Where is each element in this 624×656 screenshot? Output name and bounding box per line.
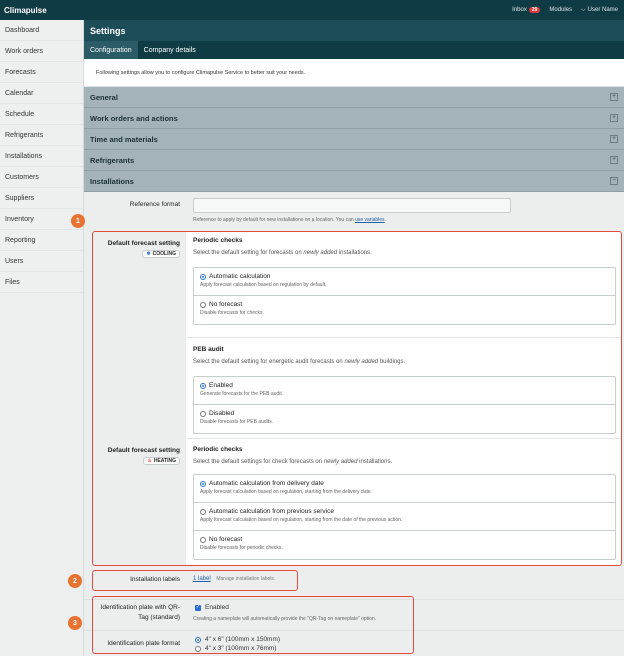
tab-bar: Configuration Company details — [84, 41, 624, 59]
heating-forecast-row: Default forecast setting ♨ HEATING Period… — [84, 438, 624, 565]
heating-periodic-sub: Select the default settings for check fo… — [193, 459, 393, 465]
peb-audit-title: PEB audit — [193, 346, 224, 353]
sidebar-item-dashboard[interactable]: Dashboard — [0, 20, 83, 41]
sidebar-item-calendar[interactable]: Calendar — [0, 83, 83, 104]
plate-option-4x6[interactable]: 4" x 6" (100mm x 150mm) — [195, 635, 280, 644]
expand-icon: + — [610, 135, 618, 143]
option-enabled[interactable]: Enabled Generate forecasts for the PEB a… — [194, 377, 615, 405]
sidebar-item-refrigerants[interactable]: Refrigerants — [0, 125, 83, 146]
section-refrigerants[interactable]: Refrigerants + — [84, 150, 624, 171]
radio-selected-icon[interactable] — [195, 636, 201, 643]
main-content: Settings Configuration Company details F… — [84, 20, 624, 656]
plate-option-4x3[interactable]: 4" x 3" (100mm x 76mm) — [195, 644, 280, 653]
labels-link[interactable]: 1 label — [193, 576, 211, 582]
reference-help: Reference to apply by default for new in… — [193, 217, 386, 223]
section-title: General — [90, 92, 118, 102]
sidebar-item-schedule[interactable]: Schedule — [0, 104, 83, 125]
radio-icon[interactable] — [200, 410, 206, 417]
expand-icon: + — [610, 114, 618, 122]
flame-icon: ♨ — [147, 458, 152, 464]
labels-hint: Manage installation labels. — [216, 576, 276, 582]
radio-selected-icon[interactable] — [200, 480, 206, 487]
option-automatic-calculation[interactable]: Automatic calculation Apply forecast cal… — [194, 268, 615, 296]
use-variables-link[interactable]: use variables — [355, 217, 384, 223]
section-time-materials[interactable]: Time and materials + — [84, 129, 624, 150]
sidebar-item-suppliers[interactable]: Suppliers — [0, 188, 83, 209]
reference-format-input[interactable] — [193, 198, 511, 213]
snowflake-icon: ❄ — [146, 251, 151, 257]
radio-icon[interactable] — [195, 645, 201, 652]
installation-labels-label: Installation labels — [130, 576, 180, 583]
sidebar: Dashboard Work orders Forecasts Calendar… — [0, 20, 84, 656]
option-disabled[interactable]: Disabled Disable forecasts for PEB audit… — [194, 405, 615, 433]
marker-2: 2 — [68, 574, 82, 588]
installation-labels-row: Installation labels 1 label Manage insta… — [84, 571, 624, 589]
sidebar-item-users[interactable]: Users — [0, 251, 83, 272]
section-general[interactable]: General + — [84, 87, 624, 108]
sidebar-item-work-orders[interactable]: Work orders — [0, 41, 83, 62]
radio-icon[interactable] — [200, 301, 206, 308]
heating-forecast-label: Default forecast setting ♨ HEATING — [107, 447, 180, 465]
tab-configuration[interactable]: Configuration — [84, 41, 138, 59]
sidebar-item-files[interactable]: Files — [0, 272, 83, 293]
expand-icon: + — [610, 93, 618, 101]
option-auto-delivery-date[interactable]: Automatic calculation from delivery date… — [194, 475, 615, 503]
radio-selected-icon[interactable] — [200, 273, 206, 280]
marker-3: 3 — [68, 616, 82, 630]
marker-1: 1 — [71, 214, 85, 228]
user-name: User Name — [587, 6, 618, 13]
page-title: Settings — [84, 20, 624, 41]
modules-button[interactable]: Modules — [549, 7, 572, 13]
sidebar-item-forecasts[interactable]: Forecasts — [0, 62, 83, 83]
option-no-forecast-heating[interactable]: No forecast Disable forecasts for period… — [194, 531, 615, 559]
sidebar-item-installations[interactable]: Installations — [0, 146, 83, 167]
section-title: Installations — [90, 176, 134, 186]
heating-tag: ♨ HEATING — [143, 457, 180, 465]
tab-company-details[interactable]: Company details — [138, 41, 202, 59]
chevron-down-icon: ⌵ — [581, 6, 586, 13]
periodic-checks-title: Periodic checks — [193, 237, 243, 244]
periodic-checks-sub: Select the default setting for forecasts… — [193, 250, 372, 256]
user-menu[interactable]: ⌵ User Name — [581, 7, 618, 14]
section-title: Refrigerants — [90, 155, 135, 165]
radio-icon[interactable] — [200, 508, 206, 515]
heating-periodic-title: Periodic checks — [193, 446, 243, 453]
inbox-label: Inbox — [512, 7, 527, 13]
qr-enabled-label: Enabled — [205, 604, 229, 611]
heating-periodic-options: Automatic calculation from delivery date… — [193, 474, 616, 560]
option-auto-previous-service[interactable]: Automatic calculation from previous serv… — [194, 503, 615, 531]
cooling-forecast-row: Default forecast setting ❄ COOLING Period… — [84, 232, 624, 438]
section-title: Work orders and actions — [90, 113, 178, 123]
inbox-button[interactable]: Inbox 29 — [512, 7, 541, 13]
section-installations[interactable]: Installations − — [84, 171, 624, 192]
qr-label: Identification plate with QR- Tag (standa… — [100, 604, 180, 621]
sidebar-item-reporting[interactable]: Reporting — [0, 230, 83, 251]
cooling-periodic-options: Automatic calculation Apply forecast cal… — [193, 267, 616, 325]
collapse-icon: − — [610, 177, 618, 185]
top-bar: Climapulse Inbox 29 Modules ⌵ User Name — [0, 0, 624, 20]
section-work-orders[interactable]: Work orders and actions + — [84, 108, 624, 129]
expand-icon: + — [610, 156, 618, 164]
top-right-menu: Inbox 29 Modules ⌵ User Name — [512, 7, 618, 14]
plate-format-row: Identification plate format 4" x 6" (100… — [84, 630, 624, 656]
peb-audit-sub: Select the default setting for energetic… — [193, 359, 406, 365]
reference-format-label: Reference format — [129, 201, 180, 208]
inbox-count-badge: 29 — [528, 7, 541, 13]
qr-enabled-checkbox[interactable] — [195, 604, 201, 611]
qr-row: Identification plate with QR- Tag (standa… — [84, 599, 624, 633]
intro-text: Following settings allow you to configur… — [84, 59, 624, 87]
cooling-tag: ❄ COOLING — [142, 250, 180, 258]
radio-selected-icon[interactable] — [200, 382, 206, 389]
sidebar-item-customers[interactable]: Customers — [0, 167, 83, 188]
qr-description: Creating a nameplate will automatically … — [193, 616, 377, 622]
plate-format-label: Identification plate format — [107, 640, 180, 647]
section-title: Time and materials — [90, 134, 158, 144]
radio-icon[interactable] — [200, 536, 206, 543]
cooling-peb-options: Enabled Generate forecasts for the PEB a… — [193, 376, 616, 434]
option-no-forecast[interactable]: No forecast Disable forecasts for checks… — [194, 296, 615, 324]
app-logo[interactable]: Climapulse — [4, 6, 47, 15]
cooling-forecast-label: Default forecast setting ❄ COOLING — [107, 240, 180, 258]
